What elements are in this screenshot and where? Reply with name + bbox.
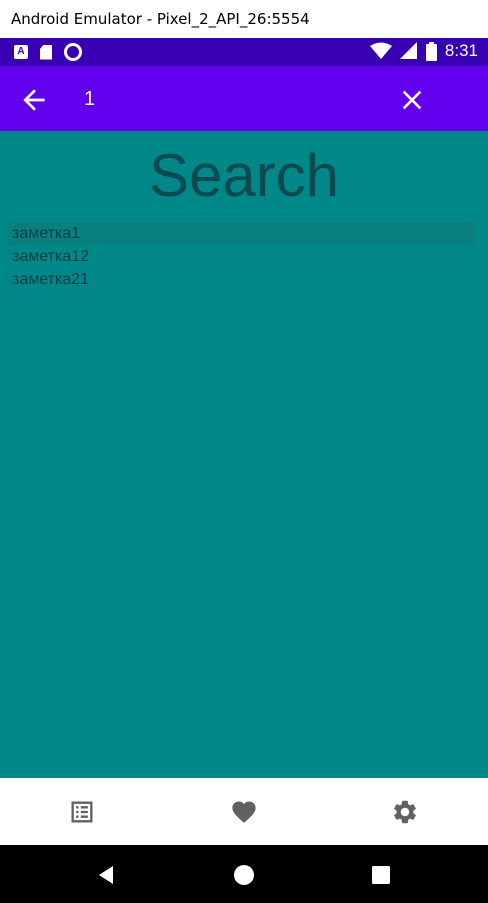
recents-icon[interactable] — [369, 863, 393, 887]
search-results-list: заметка1 заметка12 заметка21 — [8, 222, 476, 291]
device-screen: 8:31 Search заметка1 заметка12 заметка21 — [0, 38, 488, 903]
status-bar: 8:31 — [0, 38, 488, 66]
page-title: Search — [148, 142, 340, 209]
close-icon[interactable] — [396, 84, 428, 116]
wifi-icon — [369, 42, 392, 59]
system-navigation-bar — [0, 845, 488, 903]
signal-icon — [399, 42, 417, 59]
sd-card-icon — [40, 44, 52, 60]
battery-icon — [425, 41, 437, 61]
notification-app-icon — [14, 45, 28, 59]
list-icon[interactable] — [68, 798, 96, 826]
window-titlebar: Android Emulator - Pixel_2_API_26:5554 — [0, 0, 488, 38]
sync-icon — [64, 43, 82, 61]
search-input[interactable] — [84, 82, 364, 116]
window-title: Android Emulator - Pixel_2_API_26:5554 — [11, 10, 310, 28]
list-item[interactable]: заметка1 — [8, 222, 476, 245]
home-icon[interactable] — [232, 863, 256, 887]
bottom-navigation — [0, 778, 488, 845]
list-item[interactable]: заметка21 — [8, 268, 476, 291]
list-item[interactable]: заметка12 — [8, 245, 476, 268]
status-time: 8:31 — [444, 41, 478, 60]
gear-icon[interactable] — [391, 798, 419, 826]
heart-icon[interactable] — [230, 798, 258, 826]
back-icon[interactable] — [94, 863, 118, 887]
back-arrow-icon[interactable] — [18, 84, 50, 116]
search-toolbar — [0, 66, 488, 131]
